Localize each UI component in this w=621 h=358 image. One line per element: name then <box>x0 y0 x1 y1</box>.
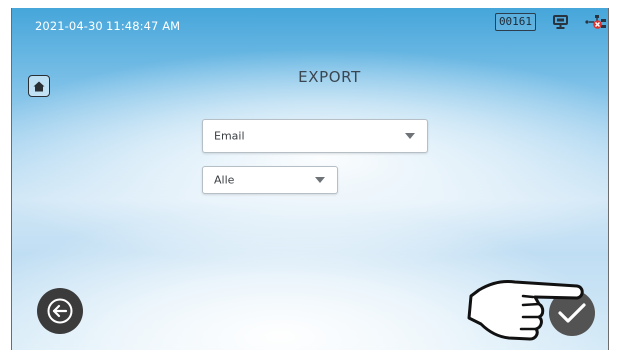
hand-pointer-icon <box>467 280 584 341</box>
destination-select-value: Email <box>214 129 245 143</box>
chevron-down-icon <box>315 177 325 183</box>
status-date: 2021-04-30 <box>35 19 103 33</box>
export-screen: 2021-04-30 11:48:47 AM 00161 EXPORT Emai… <box>11 8 609 350</box>
back-button[interactable] <box>37 288 83 334</box>
network-disconnected-icon <box>584 14 608 30</box>
arrow-left-icon <box>47 298 73 324</box>
destination-select[interactable]: Email <box>202 119 428 153</box>
screen-icon <box>552 14 570 30</box>
scope-select-value: Alle <box>214 173 235 187</box>
chevron-down-icon <box>405 133 415 139</box>
page-title: EXPORT <box>298 68 361 86</box>
scope-select[interactable]: Alle <box>202 166 338 194</box>
status-time: 11:48:47 AM <box>106 19 181 33</box>
counter-badge: 00161 <box>495 13 536 31</box>
